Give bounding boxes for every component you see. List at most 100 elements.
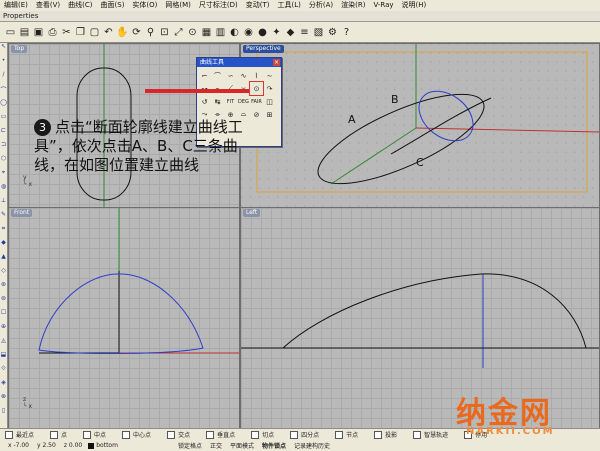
sidebar-tool-icon[interactable]: ▲ bbox=[0, 253, 7, 267]
snap-option[interactable]: 中点 bbox=[78, 430, 106, 439]
sidebar-tool-icon[interactable]: ⟐ bbox=[0, 365, 7, 379]
snap-checkbox[interactable] bbox=[251, 430, 260, 439]
sidebar-tool-icon[interactable]: ⟂ bbox=[0, 197, 7, 211]
rotate-view-icon[interactable]: ⟳ bbox=[130, 26, 143, 39]
material-icon[interactable]: ◆ bbox=[284, 26, 297, 39]
curve-tool-icon[interactable]: ⌐ bbox=[198, 69, 211, 82]
menu-item[interactable]: 编辑(E) bbox=[0, 0, 32, 11]
render-icon[interactable]: ◉ bbox=[242, 26, 255, 39]
viewport-icon[interactable]: ▥ bbox=[214, 26, 227, 39]
sidebar-tool-icon[interactable]: ⊚ bbox=[0, 295, 7, 309]
sidebar-tool-icon[interactable]: ⊐ bbox=[0, 141, 7, 155]
undo-icon[interactable]: ↶ bbox=[102, 26, 115, 39]
history-toggle[interactable]: 记录建构历史 bbox=[294, 441, 330, 450]
curve-tool-icon[interactable]: ◫ bbox=[263, 95, 276, 108]
snap-option[interactable]: 垂直点 bbox=[201, 430, 235, 439]
curve-tool-icon[interactable]: FAIR bbox=[250, 95, 263, 108]
curve-tool-icon[interactable]: ⌇ bbox=[250, 69, 263, 82]
menu-item[interactable]: 查看(V) bbox=[32, 0, 64, 11]
properties-icon[interactable]: ▧ bbox=[312, 26, 325, 39]
grid-icon[interactable]: ▦ bbox=[200, 26, 213, 39]
paste-icon[interactable]: ▢ bbox=[88, 26, 101, 39]
viewport-label-front[interactable]: Front bbox=[11, 209, 33, 217]
menu-item[interactable]: 网格(M) bbox=[161, 0, 195, 11]
menu-item[interactable]: 尺寸标注(D) bbox=[195, 0, 242, 11]
cut-icon[interactable]: ✂ bbox=[60, 26, 73, 39]
menu-item[interactable]: 说明(H) bbox=[398, 0, 431, 11]
curve-tool-icon[interactable]: ⊞ bbox=[263, 108, 276, 121]
sidebar-tool-icon[interactable]: ◈ bbox=[0, 379, 7, 393]
light-icon[interactable]: ✦ bbox=[270, 26, 283, 39]
sphere-icon[interactable]: ● bbox=[256, 26, 269, 39]
sidebar-tool-icon[interactable]: ⌒ bbox=[0, 85, 7, 99]
menu-item[interactable]: V-Ray bbox=[370, 0, 398, 11]
curve-tool-icon[interactable]: ↺ bbox=[198, 95, 211, 108]
sidebar-tool-icon[interactable]: ⌗ bbox=[0, 225, 7, 239]
sidebar-tool-icon[interactable]: ☐ bbox=[0, 309, 7, 323]
sidebar-tool-icon[interactable]: ⊗ bbox=[0, 393, 7, 407]
sidebar-tool-icon[interactable]: ◇ bbox=[0, 267, 7, 281]
curve-tool-icon[interactable]: DEG bbox=[237, 95, 250, 108]
sidebar-tool-icon[interactable]: ↖ bbox=[0, 43, 7, 57]
snap-option[interactable]: 投影 bbox=[369, 430, 397, 439]
layer-color-swatch[interactable] bbox=[88, 442, 95, 449]
menu-item[interactable]: 工具(L) bbox=[274, 0, 305, 11]
save-icon[interactable]: ▣ bbox=[32, 26, 45, 39]
sidebar-tool-icon[interactable]: ∕ bbox=[0, 71, 7, 85]
snap-checkbox[interactable] bbox=[335, 430, 344, 439]
menu-item[interactable]: 实体(O) bbox=[128, 0, 161, 11]
snap-checkbox[interactable] bbox=[5, 430, 13, 439]
snap-option[interactable]: 点 bbox=[45, 430, 67, 439]
sidebar-tool-icon[interactable]: ✎ bbox=[0, 211, 7, 225]
zoom-icon[interactable]: ⚲ bbox=[144, 26, 157, 39]
zoom-extents-icon[interactable]: ⤢ bbox=[172, 26, 185, 39]
curve-tool-icon[interactable]: ∿ bbox=[237, 69, 250, 82]
curve-tool-icon[interactable]: ⌒ bbox=[211, 69, 224, 82]
viewport-label-top[interactable]: Top bbox=[11, 45, 28, 53]
viewport-label-perspective[interactable]: Perspective bbox=[243, 45, 284, 53]
sidebar-tool-icon[interactable]: ⊕ bbox=[0, 323, 7, 337]
close-icon[interactable]: × bbox=[273, 59, 280, 66]
sidebar-tool-icon[interactable]: ◍ bbox=[0, 183, 7, 197]
snap-checkbox[interactable] bbox=[413, 430, 422, 439]
sidebar-tool-icon[interactable]: ⬡ bbox=[0, 155, 7, 169]
snap-option[interactable]: 中心点 bbox=[117, 430, 151, 439]
open-icon[interactable]: ▤ bbox=[18, 26, 31, 39]
shade-icon[interactable]: ◐ bbox=[228, 26, 241, 39]
viewport-front[interactable]: Front z └ x bbox=[8, 207, 240, 429]
snap-checkbox[interactable] bbox=[83, 430, 92, 439]
menu-item[interactable]: 分析(A) bbox=[305, 0, 337, 11]
snap-checkbox[interactable] bbox=[290, 430, 299, 439]
print-icon[interactable]: ⎙ bbox=[46, 26, 59, 39]
grid-snap-toggle[interactable]: 锁定格点 bbox=[178, 441, 202, 450]
viewport-label-left[interactable]: Left bbox=[243, 209, 261, 217]
curve-tools-title[interactable]: 曲线工具 × bbox=[197, 58, 281, 67]
snap-checkbox[interactable] bbox=[374, 430, 383, 439]
snap-checkbox[interactable] bbox=[206, 430, 215, 439]
options-icon[interactable]: ⚙ bbox=[326, 26, 339, 39]
osnap-toggle[interactable]: 物件锁点 bbox=[262, 441, 286, 450]
planar-toggle[interactable]: 平面模式 bbox=[230, 441, 254, 450]
help-icon[interactable]: ? bbox=[340, 26, 353, 39]
sidebar-tool-icon[interactable]: • bbox=[0, 57, 7, 71]
snap-option[interactable]: 交点 bbox=[162, 430, 190, 439]
snap-option[interactable]: 智慧轨迹 bbox=[408, 430, 448, 439]
sidebar-tool-icon[interactable]: ◯ bbox=[0, 99, 7, 113]
menu-item[interactable]: 渲染(R) bbox=[337, 0, 369, 11]
current-layer[interactable]: bottom bbox=[96, 442, 118, 449]
menu-item[interactable]: 变动(T) bbox=[242, 0, 274, 11]
sidebar-tool-icon[interactable]: ◆ bbox=[0, 239, 7, 253]
snap-checkbox[interactable] bbox=[50, 430, 59, 439]
viewport-perspective[interactable]: Perspective bbox=[240, 43, 600, 208]
curve-tool-icon[interactable]: ∽ bbox=[224, 69, 237, 82]
ortho-toggle[interactable]: 正交 bbox=[210, 441, 222, 450]
snap-checkbox[interactable] bbox=[122, 430, 131, 439]
snap-option[interactable]: 四分点 bbox=[285, 430, 319, 439]
snap-option[interactable]: 最近点 bbox=[0, 430, 34, 439]
curve-tool-icon[interactable]: ∼ bbox=[263, 69, 276, 82]
menu-item[interactable]: 曲面(S) bbox=[97, 0, 129, 11]
sidebar-tool-icon[interactable]: ▯ bbox=[0, 407, 7, 421]
layer-icon[interactable]: ≡ bbox=[298, 26, 311, 39]
snap-option[interactable]: 节点 bbox=[330, 430, 358, 439]
sidebar-tool-icon[interactable]: ⬓ bbox=[0, 351, 7, 365]
